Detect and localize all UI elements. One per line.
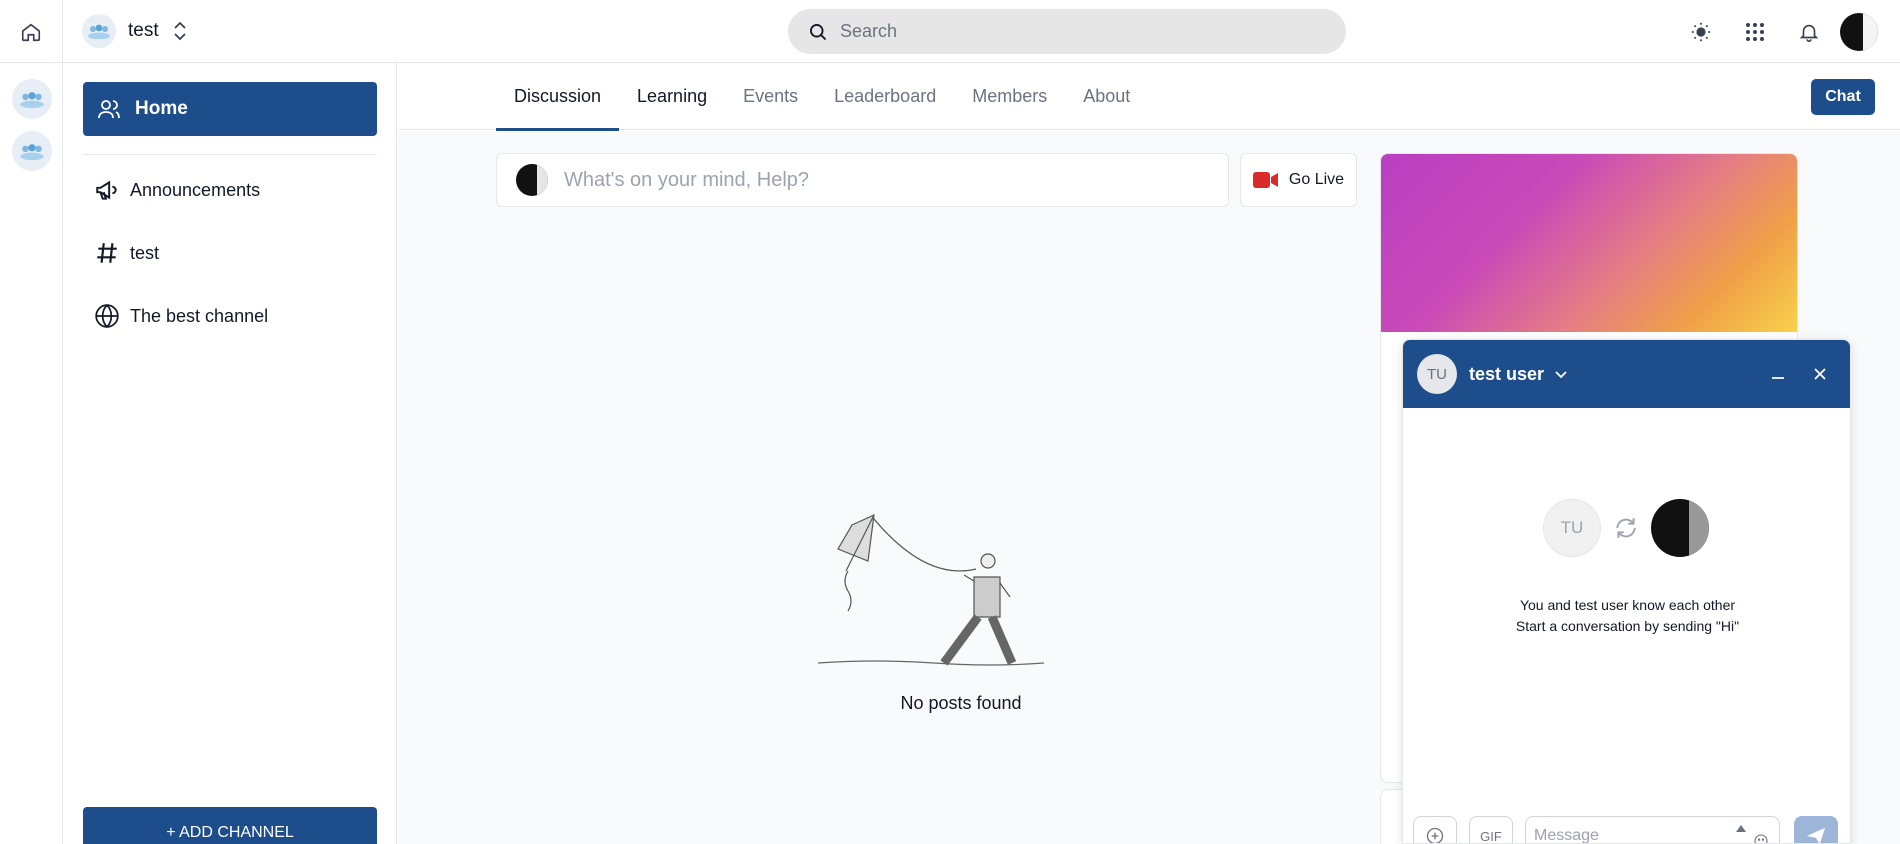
sidebar-item-label: test (130, 242, 160, 263)
message-placeholder: Message (1534, 827, 1599, 844)
add-channel-button[interactable]: + ADD CHANNEL (83, 807, 377, 844)
minimize-icon (1772, 377, 1784, 379)
group-icon (20, 144, 44, 160)
chat-intro-line: Start a conversation by sending "Hi" (1515, 618, 1740, 634)
sidebar-item-label: Announcements (130, 179, 261, 200)
sidebar-item-test[interactable]: test (94, 238, 159, 268)
chat-button[interactable]: Chat (1811, 79, 1875, 115)
sidebar-item-the-best-channel[interactable]: The best channel (94, 301, 268, 331)
notifications-button[interactable] (1782, 9, 1836, 54)
chat-user-name[interactable]: test user (1469, 364, 1544, 385)
group-icon (88, 24, 110, 39)
sidebar-item-label: The best channel (130, 305, 269, 326)
tab-events[interactable]: Events (725, 63, 816, 130)
sun-icon (1691, 22, 1711, 41)
users-icon (98, 100, 120, 119)
tab-leaderboard[interactable]: Leaderboard (816, 63, 954, 130)
chat-composer: GIF Message (1403, 816, 1850, 844)
globe-icon (95, 303, 119, 329)
tab-list: Discussion Learning Events Leaderboard M… (496, 63, 1148, 131)
community-name: test (128, 20, 159, 41)
chat-intro-line: You and test user know each other (1519, 597, 1736, 613)
avatar: TU (1417, 354, 1457, 394)
send-icon (1806, 827, 1826, 843)
refresh-icon (1616, 518, 1636, 538)
caret-up-icon (1736, 825, 1746, 832)
rail-community-2[interactable] (12, 131, 52, 171)
top-bar: test (0, 0, 1900, 63)
theme-toggle-button[interactable] (1674, 9, 1728, 54)
apps-grid-button[interactable] (1728, 9, 1782, 54)
tab-discussion[interactable]: Discussion (496, 63, 620, 131)
emoji-icon (1754, 834, 1768, 843)
chat-participants: TU (1543, 499, 1709, 557)
sidebar-item-home[interactable]: Home (83, 82, 377, 136)
close-icon (1814, 368, 1826, 380)
chat-user-menu-toggle[interactable] (1554, 367, 1568, 381)
composer-placeholder: What's on your mind, Help? (564, 168, 810, 191)
plus-circle-icon (1426, 827, 1444, 843)
gif-button[interactable]: GIF (1469, 816, 1513, 843)
chat-intro-text: You and test user know each other Start … (1403, 595, 1850, 637)
channel-sidebar: Home Announcements test The best channel… (64, 63, 397, 844)
community-tabs-bar: Discussion Learning Events Leaderboard M… (398, 63, 1900, 131)
tab-about[interactable]: About (1065, 63, 1148, 130)
minimize-button[interactable] (1766, 362, 1790, 386)
tab-members[interactable]: Members (954, 63, 1065, 130)
sidebar-item-label: Home (135, 98, 188, 119)
grid-icon (1746, 22, 1764, 41)
close-button[interactable] (1808, 362, 1832, 386)
home-nav-button[interactable] (0, 0, 63, 63)
attach-button[interactable] (1413, 816, 1457, 843)
group-icon (20, 92, 44, 108)
megaphone-icon (96, 180, 117, 200)
avatar: TU (1543, 499, 1601, 557)
go-live-button[interactable]: Go Live (1240, 153, 1357, 207)
search-icon (810, 23, 827, 40)
chevron-down-icon (1555, 371, 1567, 379)
chat-window: TU test user TU You and test user know e… (1402, 339, 1851, 844)
chat-window-header: TU test user (1403, 340, 1850, 408)
search-bar[interactable] (788, 9, 1346, 54)
empty-state-label: No posts found (900, 693, 1022, 713)
home-icon (21, 23, 41, 41)
avatar (1651, 499, 1709, 557)
avatar (516, 164, 548, 196)
community-switcher[interactable]: test (82, 14, 189, 48)
tab-learning[interactable]: Learning (619, 63, 725, 130)
video-camera-icon (1252, 172, 1278, 188)
sidebar-item-announcements[interactable]: Announcements (94, 175, 260, 205)
bell-icon (1799, 24, 1819, 42)
kite-illustration (817, 514, 1045, 666)
community-avatar (82, 14, 116, 48)
chevron-up-down-icon (173, 21, 186, 41)
cover-image (1381, 154, 1797, 332)
top-actions (1674, 9, 1900, 54)
app-root: test H (0, 0, 1900, 844)
rail-community-1[interactable] (12, 79, 52, 119)
search-input[interactable] (840, 21, 1320, 42)
send-button[interactable] (1794, 816, 1838, 843)
hash-icon (97, 243, 117, 263)
sidebar-divider (83, 154, 377, 155)
message-input[interactable]: Message (1525, 816, 1780, 844)
community-rail (0, 63, 63, 844)
go-live-label: Go Live (1288, 171, 1345, 188)
user-avatar-button[interactable] (1840, 12, 1878, 51)
post-composer[interactable]: What's on your mind, Help? (496, 153, 1229, 207)
